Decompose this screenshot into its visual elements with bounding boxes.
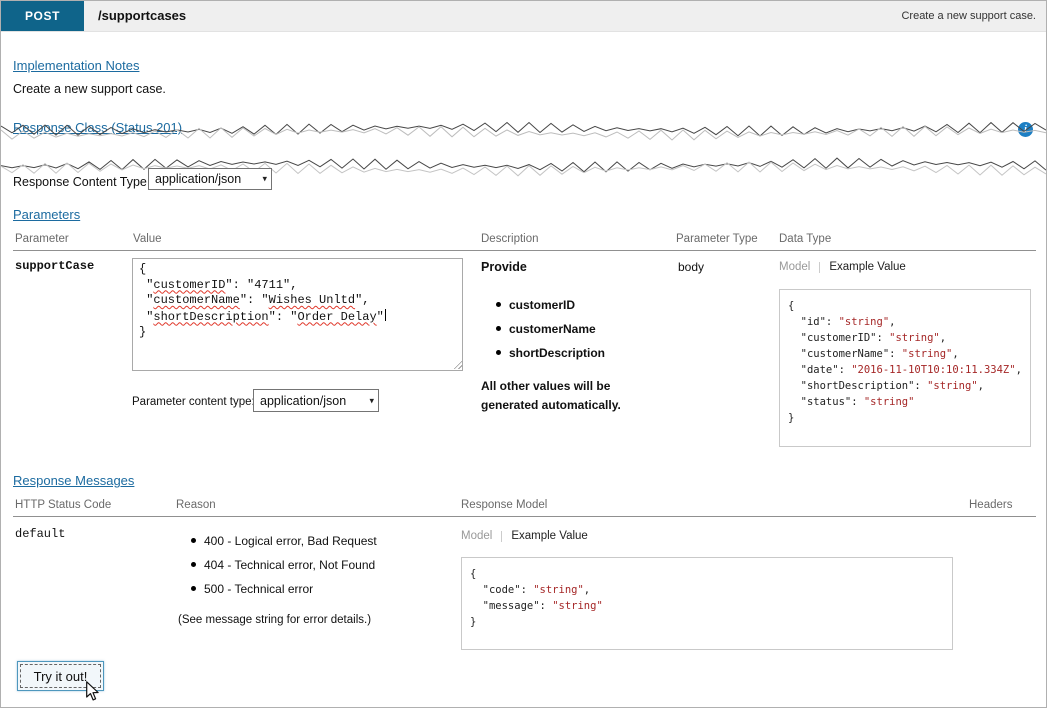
response-content-type-select-wrap: application/json ▾: [148, 168, 272, 190]
tab-divider: [819, 262, 820, 273]
mouse-cursor: [85, 681, 100, 702]
bullet-icon: [496, 326, 501, 331]
col-data-type: Data Type: [779, 233, 831, 245]
datatype-example-json: { "id": "string", "customerID": "string"…: [779, 289, 1031, 447]
response-content-type-select[interactable]: application/json: [148, 168, 272, 190]
tab-model[interactable]: Model: [779, 261, 810, 273]
parameters-table-divider: [13, 250, 1036, 251]
responses-table-divider: [13, 516, 1036, 517]
col-description: Description: [481, 233, 539, 245]
parameter-name: supportCase: [15, 259, 94, 273]
col-parameter: Parameter: [15, 233, 69, 245]
col-response-model: Response Model: [461, 499, 547, 511]
http-method-badge[interactable]: POST: [1, 1, 84, 31]
reason-text: 400 - Logical error, Bad Request: [204, 534, 377, 548]
response-content-type-label: Response Content Type: [13, 175, 147, 189]
description-bullet: shortDescription: [496, 346, 605, 360]
tab-example-value[interactable]: Example Value: [829, 261, 906, 273]
parameters-heading: Parameters: [13, 207, 80, 222]
parameter-type-value: body: [678, 260, 704, 274]
col-reason: Reason: [176, 499, 216, 511]
data-type-tabs: Model Example Value: [779, 261, 906, 273]
bullet-icon: [191, 586, 196, 591]
response-model-tabs: Model Example Value: [461, 530, 588, 542]
description-note: All other values will be generated autom…: [481, 377, 661, 414]
implementation-notes-text: Create a new support case.: [13, 82, 166, 96]
response-status-code: default: [15, 527, 65, 541]
description-intro: Provide: [481, 260, 527, 274]
col-value: Value: [133, 233, 162, 245]
reason-text: 404 - Technical error, Not Found: [204, 558, 375, 572]
tab-model[interactable]: Model: [461, 530, 492, 542]
implementation-notes-heading: Implementation Notes: [13, 58, 139, 73]
response-messages-heading: Response Messages: [13, 473, 134, 488]
parameter-value-textarea[interactable]: { "customerID": "4711", "customerName": …: [132, 258, 463, 371]
response-class-heading: Response Class (Status 201): [13, 120, 182, 135]
reason-bullet: 500 - Technical error: [191, 582, 313, 596]
parameter-content-type-select-wrap: application/json ▾: [253, 389, 379, 412]
operation-header-bar: POST /supportcases Create a new support …: [1, 1, 1046, 32]
tab-example-value[interactable]: Example Value: [511, 530, 588, 542]
bullet-icon: [496, 302, 501, 307]
reason-text: 500 - Technical error: [204, 582, 313, 596]
bullet-icon: [191, 562, 196, 567]
bullet-icon: [191, 538, 196, 543]
col-http-status-code: HTTP Status Code: [15, 499, 111, 511]
reason-note: (See message string for error details.): [178, 614, 371, 626]
reason-bullet: 404 - Technical error, Not Found: [191, 558, 375, 572]
parameter-content-type-select[interactable]: application/json: [253, 389, 379, 412]
endpoint-path[interactable]: /supportcases: [98, 8, 186, 23]
bullet-label: customerName: [509, 322, 596, 336]
col-parameter-type: Parameter Type: [676, 233, 758, 245]
bullet-label: shortDescription: [509, 346, 605, 360]
info-icon[interactable]: i: [1018, 122, 1033, 137]
tab-divider: [501, 531, 502, 542]
info-icon-glyph: i: [1024, 124, 1027, 135]
parameter-content-type-label: Parameter content type:: [132, 396, 255, 408]
bullet-label: customerID: [509, 298, 575, 312]
reason-bullet: 400 - Logical error, Bad Request: [191, 534, 377, 548]
col-headers: Headers: [969, 499, 1012, 511]
swagger-operation-panel: POST /supportcases Create a new support …: [0, 0, 1047, 708]
bullet-icon: [496, 350, 501, 355]
operation-summary: Create a new support case.: [901, 10, 1036, 22]
response-example-json: { "code": "string", "message": "string" …: [461, 557, 953, 650]
description-bullet: customerID: [496, 298, 575, 312]
description-bullet: customerName: [496, 322, 596, 336]
